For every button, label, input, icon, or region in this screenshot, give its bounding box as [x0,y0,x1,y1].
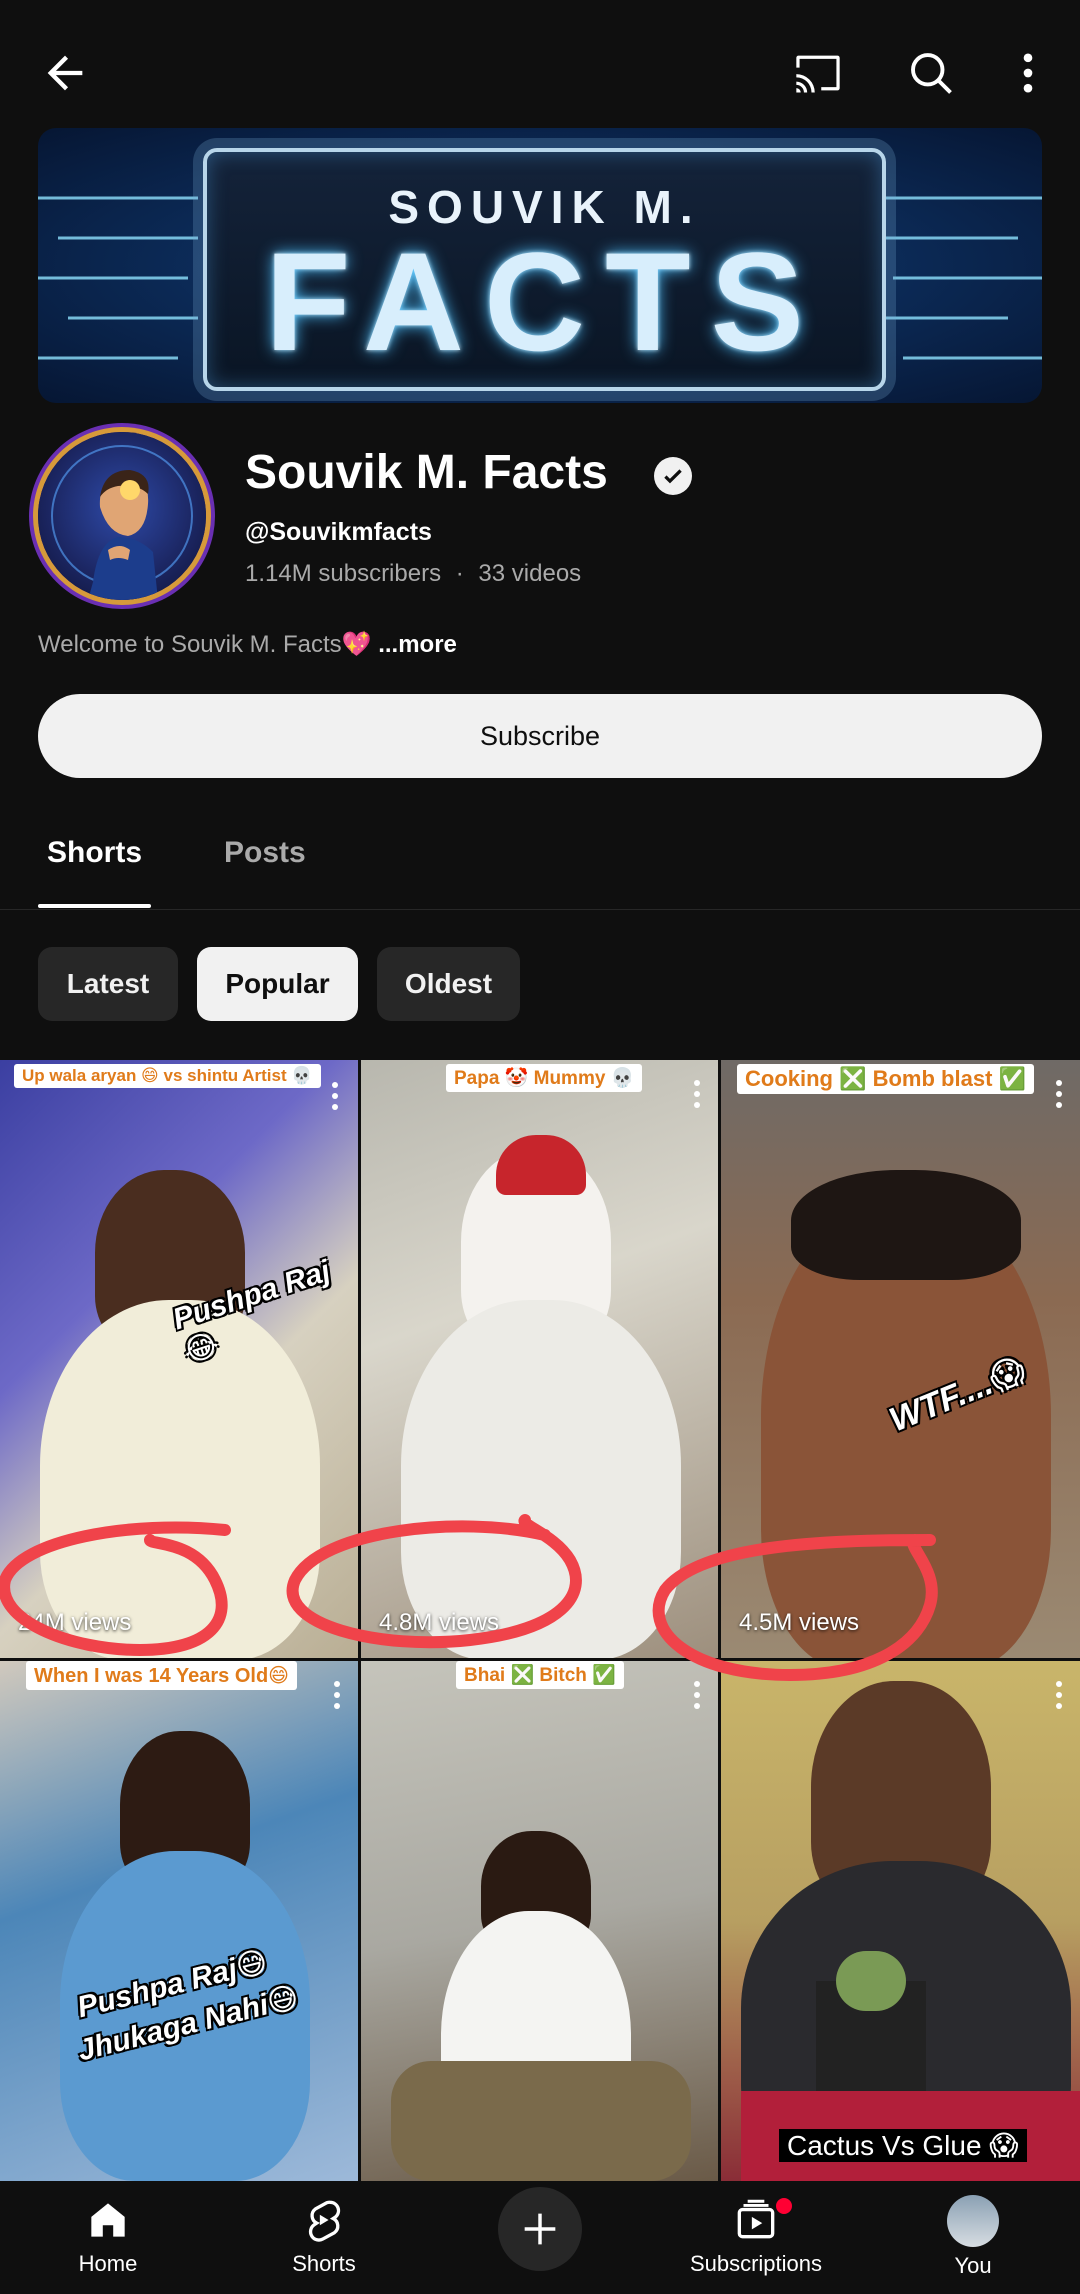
channel-name: Souvik M. Facts [245,446,608,499]
short-top-caption: Up wala aryan 😄 vs shintu Artist 💀 [14,1064,321,1088]
short-top-caption: Cooking ❎ Bomb blast ✅ [737,1064,1034,1094]
verified-badge-icon [654,457,692,495]
nav-subscriptions-label: Subscriptions [689,2251,823,2276]
short-more-icon[interactable] [332,1082,342,1110]
short-overlay-text: Cactus Vs Glue 😱 [779,2129,1027,2162]
channel-avatar[interactable] [38,432,206,600]
chip-latest[interactable]: Latest [38,947,178,1021]
short-tile[interactable]: Up wala aryan 😄 vs shintu Artist 💀 Pushp… [0,1060,358,1658]
you-avatar-icon [947,2195,999,2247]
short-top-caption: Papa 🤡 Mummy 💀 [446,1064,643,1092]
top-app-bar [0,0,1080,130]
short-tile[interactable]: When I was 14 Years Old😄 Pushpa Raj😅 Jhu… [0,1661,358,2181]
short-tile[interactable]: Cactus Vs Glue 😱 [721,1661,1080,2181]
tab-posts[interactable]: Posts [224,836,306,870]
short-more-icon[interactable] [694,1681,704,1709]
tab-selected-indicator [38,904,151,908]
avatar-thinker-icon [51,445,193,600]
nav-you[interactable]: You [893,2195,1053,2279]
short-tile[interactable]: Cooking ❎ Bomb blast ✅ WTF....😱 4.5M vie… [721,1060,1080,1658]
chip-oldest[interactable]: Oldest [377,947,520,1021]
short-top-caption: When I was 14 Years Old😄 [26,1661,298,1690]
short-more-icon[interactable] [1056,1681,1066,1709]
search-button[interactable] [891,33,971,113]
short-more-icon[interactable] [334,1681,344,1709]
short-view-count: 4.8M views [379,1609,500,1636]
short-top-caption: Bhai ❎ Bitch ✅ [456,1661,624,1689]
nav-shorts[interactable]: Shorts [244,2195,404,2277]
banner-main-text: FACTS [265,223,824,380]
stats-separator: · [455,560,464,587]
subscribe-button[interactable]: Subscribe [38,694,1042,778]
short-tile[interactable]: Papa 🤡 Mummy 💀 4.8M views [361,1060,718,1658]
video-count: 33 videos [478,560,582,587]
channel-stats: 1.14M subscribers · 33 videos [245,560,581,588]
tab-shorts[interactable]: Shorts [47,836,142,870]
channel-description[interactable]: Welcome to Souvik M. Facts💖 ...more [38,630,457,659]
subscriber-count: 1.14M subscribers [245,560,442,587]
home-icon [91,2203,125,2237]
nav-home-label: Home [78,2251,138,2276]
tab-divider [0,909,1080,910]
create-plus-icon [524,2213,556,2245]
cast-icon [796,55,840,93]
nav-you-label: You [954,2253,992,2278]
short-tile[interactable]: Bhai ❎ Bitch ✅ [361,1661,718,2181]
short-more-icon[interactable] [694,1080,704,1108]
nav-shorts-label: Shorts [292,2251,356,2276]
short-view-count: 24M views [18,1609,132,1636]
more-options-button[interactable] [988,33,1068,113]
new-content-badge [774,2196,794,2216]
back-button[interactable] [25,33,105,113]
chip-popular[interactable]: Popular [197,947,358,1021]
more-link[interactable]: ...more [378,631,457,658]
cast-button[interactable] [778,33,858,113]
short-view-count: 4.5M views [739,1609,860,1636]
create-button[interactable] [498,2187,582,2271]
banner-title-plate: SOUVIK M. FACTS [203,148,886,391]
shorts-icon [308,2200,341,2242]
nav-home[interactable]: Home [28,2195,188,2277]
description-text: Welcome to Souvik M. Facts💖 [38,631,372,658]
back-arrow-icon [47,55,83,91]
more-vert-icon [1023,53,1033,93]
channel-handle: @Souvikmfacts [245,518,432,546]
short-more-icon[interactable] [1056,1080,1066,1108]
channel-banner: SOUVIK M. FACTS [38,128,1042,403]
search-icon [911,53,952,94]
nav-subscriptions[interactable]: Subscriptions [676,2195,836,2277]
